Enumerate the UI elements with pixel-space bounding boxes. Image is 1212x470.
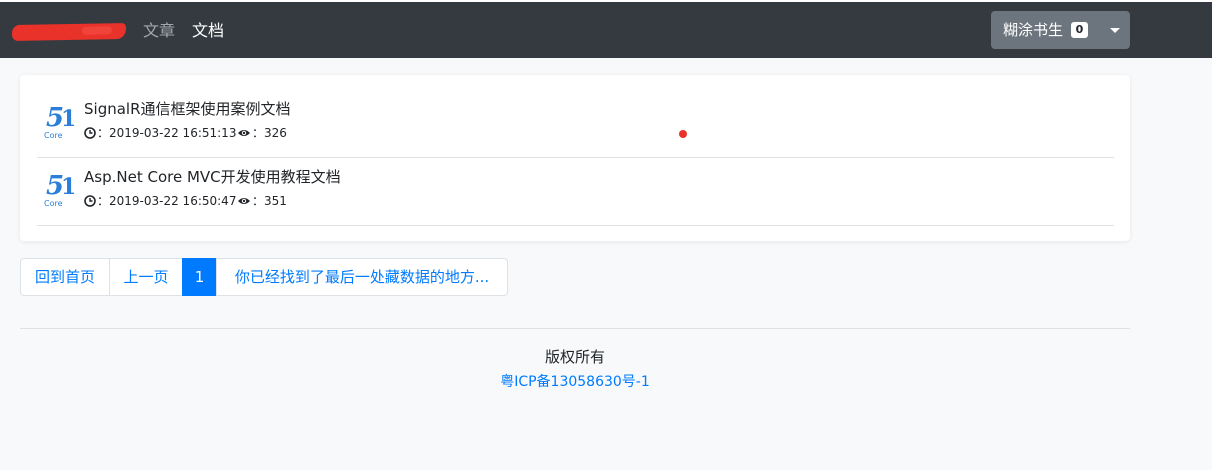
views-separator: ：	[252, 126, 265, 140]
core-logo-icon[interactable]: 5 1 Core	[42, 166, 74, 210]
page-home-button[interactable]: 回到首页	[20, 258, 110, 296]
brand-redacted[interactable]	[11, 23, 127, 41]
eye-icon	[238, 198, 250, 204]
logo-text: Core	[44, 199, 63, 208]
doc-title-link[interactable]: SignalR通信框架使用案例文档	[84, 99, 291, 119]
time-separator: ：	[97, 194, 110, 208]
icp-link[interactable]: 粤ICP备13058630号-1	[500, 374, 650, 390]
page-current-button[interactable]: 1	[182, 258, 217, 296]
cursor-dot	[679, 130, 687, 138]
svg-text:1: 1	[61, 174, 74, 200]
doc-views: 326	[264, 126, 287, 140]
page-prev-button[interactable]: 上一页	[109, 258, 183, 296]
doc-date: 2019-03-22 16:50:47	[109, 194, 237, 208]
logo-text: Core	[44, 131, 63, 140]
clock-icon	[84, 127, 96, 139]
doc-list-card: 5 1 Core SignalR通信框架使用案例文档 ： 2019-03-22 …	[20, 75, 1130, 241]
clock-icon	[84, 195, 96, 207]
icp-line: 粤ICP备13058630号-1	[20, 372, 1130, 392]
chevron-down-icon[interactable]	[1110, 28, 1120, 33]
doc-date: 2019-03-22 16:51:13	[109, 126, 237, 140]
copyright-text: 版权所有	[544, 348, 605, 366]
nav-link-docs[interactable]: 文档	[192, 20, 224, 42]
doc-title-link[interactable]: Asp.Net Core MVC开发使用教程文档	[84, 167, 341, 187]
page-end-note[interactable]: 你已经找到了最后一处藏数据的地方...	[216, 258, 508, 296]
eye-icon	[238, 130, 250, 136]
views-separator: ：	[252, 194, 265, 208]
user-menu-button[interactable]: 糊涂书生 0	[991, 11, 1130, 49]
time-separator: ：	[97, 126, 110, 140]
svg-text:1: 1	[61, 106, 74, 132]
doc-views: 351	[264, 194, 287, 208]
nav-link-articles[interactable]: 文章	[143, 20, 175, 42]
doc-list-item: 5 1 Core Asp.Net Core MVC开发使用教程文档 ： 2019…	[37, 158, 1114, 226]
doc-list-item: 5 1 Core SignalR通信框架使用案例文档 ： 2019-03-22 …	[37, 90, 1114, 158]
footer-divider	[20, 328, 1130, 329]
core-logo-icon[interactable]: 5 1 Core	[42, 98, 74, 142]
navbar: 文章 文档 糊涂书生 0	[0, 2, 1212, 58]
notification-badge: 0	[1071, 22, 1088, 38]
user-name: 糊涂书生	[1003, 21, 1064, 39]
